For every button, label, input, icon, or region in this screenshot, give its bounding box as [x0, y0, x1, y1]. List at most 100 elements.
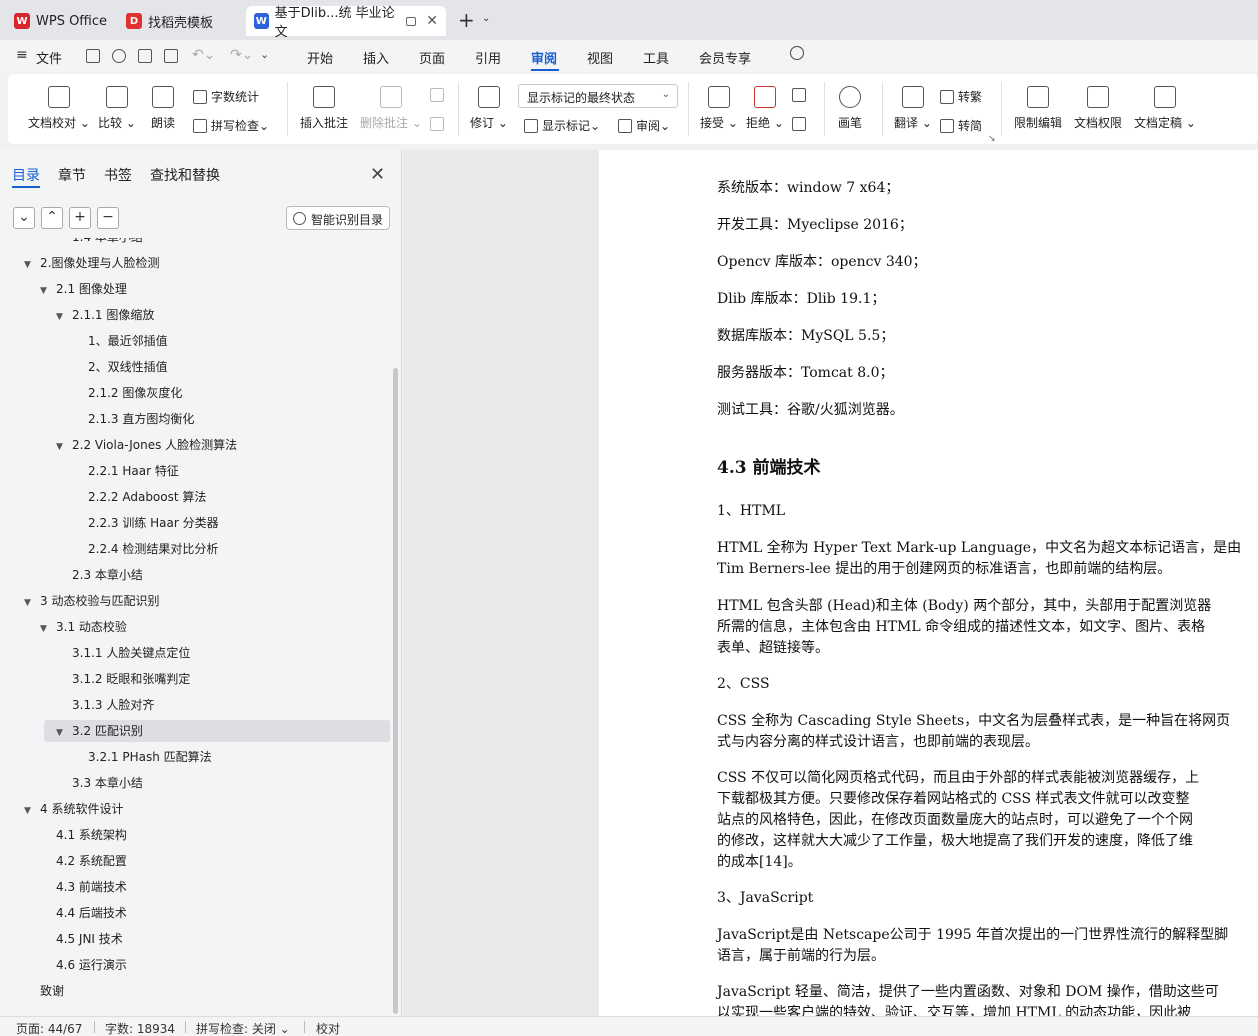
toc-item[interactable]: 3.1.1 人脸关键点定位: [72, 642, 190, 664]
next-revision-button[interactable]: [792, 117, 810, 131]
review-pane-button[interactable]: 审阅 ⌄: [618, 117, 670, 134]
close-tab-icon[interactable]: ✕: [426, 13, 438, 29]
word-count-indicator[interactable]: 字数: 18934: [105, 1020, 175, 1036]
doc-proof-button[interactable]: 文档校对 ⌄: [28, 86, 90, 131]
toc-item[interactable]: 4.5 JNI 技术: [56, 928, 123, 950]
menu-references[interactable]: 引用: [475, 48, 501, 67]
menu-tools[interactable]: 工具: [643, 48, 669, 67]
accept-button[interactable]: 接受 ⌄: [700, 86, 738, 131]
print-preview-icon[interactable]: [164, 49, 178, 63]
print-icon[interactable]: [138, 49, 152, 63]
previous-comment-button[interactable]: [430, 88, 448, 102]
expand-arrow-icon[interactable]: ▼: [40, 280, 56, 302]
menu-page[interactable]: 页面: [419, 48, 445, 67]
proof-indicator[interactable]: 校对: [316, 1020, 340, 1036]
toc-item[interactable]: 2、双线性插值: [88, 356, 168, 378]
expand-arrow-icon[interactable]: ▼: [56, 722, 72, 744]
document-page[interactable]: 系统版本：window 7 x64； 开发工具：Myeclipse 2016； Op…: [599, 150, 1258, 1016]
add-heading-button[interactable]: +: [69, 207, 91, 229]
toc-item[interactable]: ▼ 2.1.1 图像缩放: [56, 304, 154, 326]
tab-wps-office[interactable]: W WPS Office: [6, 6, 115, 36]
translate-button[interactable]: 翻译 ⌄: [894, 86, 932, 131]
toc-item[interactable]: ▼ 2.1 图像处理: [40, 278, 127, 300]
toc-item[interactable]: 2.2.2 Adaboost 算法: [88, 486, 206, 508]
collapse-up-button[interactable]: ⌃: [41, 207, 63, 229]
search-icon[interactable]: [790, 46, 804, 60]
group-expand-icon[interactable]: ↘: [988, 134, 996, 144]
nav-tab-toc[interactable]: 目录: [12, 165, 40, 185]
menu-file[interactable]: 文件: [36, 48, 62, 67]
toc-item[interactable]: ▼ 4 系统软件设计: [24, 798, 123, 820]
menu-home[interactable]: 开始: [307, 48, 333, 67]
spell-check-indicator[interactable]: 拼写检查: 关闭 ⌄: [196, 1020, 290, 1036]
pen-button[interactable]: 画笔: [838, 86, 862, 131]
save-icon[interactable]: [86, 49, 100, 63]
menu-view[interactable]: 视图: [587, 48, 613, 67]
toc-item[interactable]: ▼ 2.2 Viola-Jones 人脸检测算法: [56, 434, 237, 456]
toc-item[interactable]: 3.1.2 眨眼和张嘴判定: [72, 668, 190, 690]
toc-item[interactable]: 2.2.4 检测结果对比分析: [88, 538, 218, 560]
expand-arrow-icon[interactable]: ▼: [24, 254, 40, 276]
revise-button[interactable]: 修订 ⌄: [470, 86, 508, 131]
menu-member[interactable]: 会员专享: [699, 48, 751, 67]
markup-state-select[interactable]: 显示标记的最终状态 ⌄: [518, 84, 678, 108]
to-traditional-button[interactable]: 转繁: [940, 88, 982, 105]
delete-comment-button[interactable]: 删除批注 ⌄: [360, 86, 422, 131]
page-indicator[interactable]: 页面: 44/67: [16, 1020, 82, 1036]
toc-item[interactable]: 2.1.2 图像灰度化: [88, 382, 182, 404]
chevron-down-icon[interactable]: ⌄: [482, 13, 490, 24]
toc-item[interactable]: 致谢: [40, 980, 64, 1002]
link-icon[interactable]: [112, 49, 126, 63]
to-simplified-button[interactable]: 转简: [940, 117, 982, 134]
doc-permission-button[interactable]: 文档权限: [1074, 86, 1122, 131]
word-count-button[interactable]: 字数统计: [193, 88, 259, 105]
expand-arrow-icon[interactable]: ▼: [40, 618, 56, 640]
menu-review[interactable]: 审阅: [531, 48, 557, 67]
previous-revision-button[interactable]: [792, 88, 810, 102]
expand-arrow-icon[interactable]: ▼: [56, 436, 72, 458]
nav-tab-bookmarks[interactable]: 书签: [104, 165, 132, 185]
next-comment-button[interactable]: [430, 117, 448, 131]
toc-item[interactable]: 3.1.3 人脸对齐: [72, 694, 154, 716]
nav-tab-chapters[interactable]: 章节: [58, 165, 86, 185]
menu-insert[interactable]: 插入: [363, 48, 389, 67]
toc-item[interactable]: 2.3 本章小结: [72, 564, 143, 586]
insert-comment-button[interactable]: 插入批注: [300, 86, 348, 131]
toc-item[interactable]: 1、最近邻插值: [88, 330, 168, 352]
toc-item[interactable]: 4.3 前端技术: [56, 876, 127, 898]
toc-item[interactable]: ▼ 3 动态校验与匹配识别: [24, 590, 159, 612]
toc-item[interactable]: 4.2 系统配置: [56, 850, 127, 872]
expand-arrow-icon[interactable]: ▼: [56, 306, 72, 328]
spell-check-button[interactable]: 拼写检查 ⌄: [193, 117, 269, 134]
redo-icon[interactable]: ↷⌄: [230, 47, 253, 63]
show-markup-button[interactable]: 显示标记 ⌄: [524, 117, 600, 134]
toc-item[interactable]: 1.4 本章小结: [72, 238, 143, 248]
tab-docer[interactable]: D 找稻壳模板: [118, 6, 221, 36]
toc-item[interactable]: ▼ 3.1 动态校验: [40, 616, 127, 638]
collapse-down-button[interactable]: ⌄: [13, 207, 35, 229]
toc-item[interactable]: 3.2.1 PHash 匹配算法: [88, 746, 212, 768]
new-tab-icon[interactable]: +: [458, 10, 475, 30]
toc-item[interactable]: ▼ 3.2 匹配识别: [56, 720, 143, 742]
expand-arrow-icon[interactable]: ▼: [24, 800, 40, 822]
toc-item[interactable]: 2.1.3 直方图均衡化: [88, 408, 194, 430]
expand-arrow-icon[interactable]: ▼: [24, 592, 40, 614]
doc-finalize-button[interactable]: 文档定稿 ⌄: [1134, 86, 1196, 131]
menu-icon[interactable]: ≡: [16, 47, 28, 63]
toc-item[interactable]: 2.2.1 Haar 特征: [88, 460, 179, 482]
tab-document[interactable]: W 基于Dlib...统 毕业论文 ✕: [246, 6, 446, 40]
toc-item[interactable]: 4.6 运行演示: [56, 954, 127, 976]
quick-access-more-icon[interactable]: ⌄: [260, 48, 269, 61]
toc-item[interactable]: 4.1 系统架构: [56, 824, 127, 846]
compare-button[interactable]: 比较 ⌄: [98, 86, 136, 131]
toc-item[interactable]: 4.4 后端技术: [56, 902, 127, 924]
document-area[interactable]: 系统版本：window 7 x64； 开发工具：Myeclipse 2016； Op…: [403, 150, 1258, 1016]
undo-icon[interactable]: ↶⌄: [192, 47, 215, 63]
remove-heading-button[interactable]: −: [97, 207, 119, 229]
nav-tab-find-replace[interactable]: 查找和替换: [150, 165, 220, 185]
toc-item[interactable]: 2.2.3 训练 Haar 分类器: [88, 512, 219, 534]
nav-scrollbar[interactable]: [393, 368, 398, 1014]
close-icon[interactable]: ✕: [370, 164, 385, 185]
smart-toc-button[interactable]: 智能识别目录: [286, 206, 390, 230]
read-aloud-button[interactable]: 朗读: [151, 86, 175, 131]
